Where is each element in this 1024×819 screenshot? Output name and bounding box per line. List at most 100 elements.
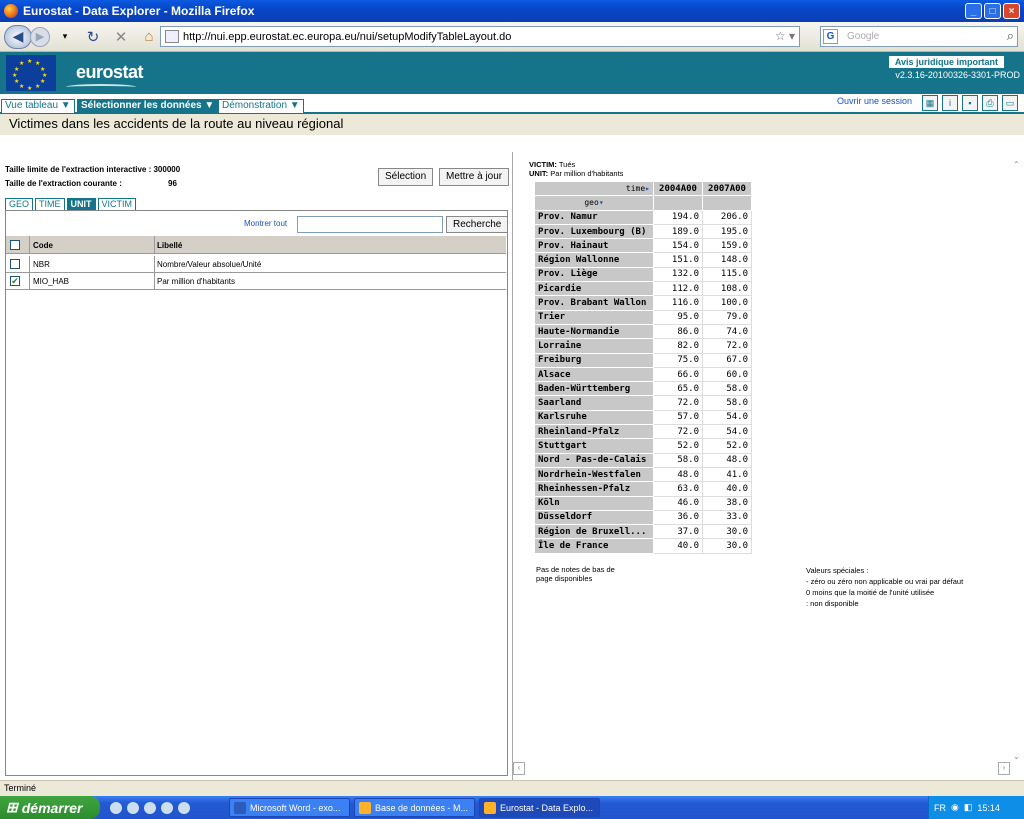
window-title-bar[interactable]: Eurostat - Data Explorer - Mozilla Firef… — [0, 0, 1024, 22]
version-label: v2.3.16-20100326-3301-PROD — [895, 70, 1020, 80]
row-header-geo[interactable]: Lorraine — [534, 338, 654, 354]
legal-notice-link[interactable]: Avis juridique important — [888, 56, 1004, 68]
column-label[interactable]: Libellé — [157, 241, 182, 250]
maximize-button[interactable]: □ — [984, 3, 1001, 19]
task-database[interactable]: Base de données - M... — [354, 798, 475, 817]
update-button[interactable]: Mettre à jour — [439, 168, 510, 186]
row-header-geo[interactable]: Prov. Namur — [534, 209, 654, 225]
start-button[interactable]: ⊞ démarrer — [0, 796, 100, 819]
row-checkbox[interactable] — [10, 259, 20, 269]
url-bar[interactable]: http://nui.epp.eurostat.ec.europa.eu/nui… — [160, 26, 800, 47]
stop-icon[interactable]: ✕ — [110, 26, 132, 48]
row-header-geo[interactable]: Prov. Brabant Wallon — [534, 295, 654, 311]
tab-time[interactable]: TIME — [35, 198, 65, 210]
row-header-geo[interactable]: Prov. Liège — [534, 266, 654, 283]
history-dropdown-icon[interactable]: ▾ — [54, 26, 76, 48]
search-button[interactable]: Recherche — [446, 216, 509, 233]
bookmark-star-icon[interactable]: ☆ ▾ — [775, 29, 795, 43]
email-icon[interactable] — [127, 801, 139, 814]
row-header-geo[interactable]: Alsace — [534, 366, 654, 383]
print-icon[interactable]: ⎙ — [982, 95, 998, 111]
row-header-geo[interactable]: Köln — [534, 495, 654, 511]
row-checkbox-checked[interactable]: ✔ — [10, 276, 20, 286]
row-header-geo[interactable]: Stuttgart — [534, 438, 654, 454]
select-all-checkbox[interactable] — [10, 240, 20, 250]
scroll-right-icon[interactable]: › — [998, 762, 1010, 775]
forward-arrow-icon[interactable]: ▶ — [30, 26, 50, 47]
row-header-geo[interactable]: Haute-Normandie — [534, 323, 654, 340]
save-icon[interactable]: ▪ — [962, 95, 978, 111]
menu-demonstration[interactable]: Démonstration ▼ — [218, 99, 304, 113]
menu-select-data[interactable]: Sélectionner les données ▼ — [77, 99, 219, 113]
special-value-line: 0 moins que la moitié de l'unité utilisé… — [806, 588, 935, 597]
row-header-geo[interactable]: Île de France — [534, 538, 654, 554]
login-link[interactable]: Ouvrir une session — [837, 96, 912, 106]
panel-divider[interactable] — [512, 152, 513, 780]
scroll-left-icon[interactable]: ‹ — [513, 762, 525, 775]
task-eurostat[interactable]: Eurostat - Data Explo... — [479, 798, 600, 817]
selection-button[interactable]: Sélection — [378, 168, 434, 186]
show-all-link[interactable]: Montrer tout — [244, 219, 287, 228]
scroll-down-icon[interactable]: ⌄ — [1013, 752, 1023, 764]
row-header-geo[interactable]: Prov. Luxembourg (B) — [534, 223, 654, 240]
task-word[interactable]: Microsoft Word - exo... — [229, 798, 350, 817]
column-code[interactable]: Code — [33, 241, 53, 250]
time-arrow-icon[interactable]: ▸ — [645, 184, 650, 193]
reload-icon[interactable]: ↻ — [82, 26, 104, 48]
row-header-geo[interactable]: Prov. Hainaut — [534, 238, 654, 254]
row-header-geo[interactable]: Picardie — [534, 281, 654, 297]
row-header-geo[interactable]: Région de Bruxell... — [534, 524, 654, 540]
row-header-geo[interactable]: Karlsruhe — [534, 409, 654, 426]
menu-table-view[interactable]: Vue tableau ▼ — [1, 99, 75, 113]
table-row[interactable]: ✔ MIO_HAB Par million d'habitants — [6, 273, 506, 290]
row-header-geo[interactable]: Düsseldorf — [534, 509, 654, 526]
table-row: Lorraine 82.0 72.0 — [534, 338, 752, 354]
minimize-button[interactable]: _ — [965, 3, 982, 19]
close-button[interactable]: × — [1003, 3, 1020, 19]
row-header-geo[interactable]: Rheinland-Pfalz — [534, 424, 654, 440]
windows-logo-icon: ⊞ — [6, 799, 18, 815]
row-header-geo[interactable]: Nordrhein-Westfalen — [534, 466, 654, 483]
victim-label: VICTIM: — [529, 160, 557, 169]
row-header-geo[interactable]: Freiburg — [534, 352, 654, 368]
current-value: 96 — [168, 179, 177, 188]
firefox-quicklaunch-icon[interactable] — [178, 801, 190, 814]
geo-axis-header[interactable]: geo▾ — [534, 195, 654, 211]
table-row[interactable]: NBR Nombre/Valeur absolue/Unité — [6, 256, 506, 273]
filter-input[interactable] — [297, 216, 443, 233]
tab-victim[interactable]: VICTIM — [97, 198, 137, 210]
navigation-toolbar: ◀ ▶ ▾ ↻ ✕ ⌂ http://nui.epp.eurostat.ec.e… — [0, 22, 1024, 52]
row-header-geo[interactable]: Trier — [534, 309, 654, 325]
search-icon[interactable]: ⌕ — [1007, 28, 1014, 44]
row-header-geo[interactable]: Nord - Pas-de-Calais — [534, 452, 654, 468]
column-header[interactable]: 2007A00 — [702, 180, 752, 197]
row-header-geo[interactable]: Baden-Württemberg — [534, 381, 654, 397]
eurostat-logo[interactable]: eurostat — [76, 62, 144, 83]
language-indicator[interactable]: FR — [934, 803, 946, 813]
folder-icon[interactable]: ▭ — [1002, 95, 1018, 111]
desktop-icon[interactable] — [144, 801, 156, 814]
dimension-tabs: GEO TIME UNIT VICTIM — [5, 198, 137, 210]
ie-icon[interactable] — [110, 801, 122, 814]
tab-geo[interactable]: GEO — [5, 198, 34, 210]
home-icon[interactable]: ⌂ — [138, 26, 160, 48]
media-icon[interactable] — [161, 801, 173, 814]
network-icon[interactable]: ◉ — [951, 802, 959, 813]
scroll-up-icon[interactable]: ⌃ — [1013, 160, 1023, 172]
column-header[interactable]: 2004A00 — [653, 180, 703, 197]
table-icon[interactable]: ▦ — [922, 95, 938, 111]
dimension-panel — [5, 210, 508, 776]
row-header-geo[interactable]: Rheinhessen-Pfalz — [534, 481, 654, 497]
data-cell: 75.0 — [653, 352, 703, 368]
tab-unit[interactable]: UNIT — [66, 198, 96, 210]
google-engine-icon[interactable]: G — [823, 29, 838, 44]
search-input[interactable]: G Google ⌕ — [820, 26, 1018, 47]
back-arrow-icon[interactable]: ◀ — [4, 24, 32, 49]
data-cell: 72.0 — [702, 338, 752, 354]
row-header-geo[interactable]: Région Wallonne — [534, 252, 654, 268]
row-header-geo[interactable]: Saarland — [534, 395, 654, 411]
geo-sort-icon[interactable]: ▾ — [599, 198, 604, 207]
volume-icon[interactable]: ◧ — [964, 802, 973, 813]
time-axis-header[interactable]: time▸ — [534, 180, 654, 197]
info-icon[interactable]: i — [942, 95, 958, 111]
